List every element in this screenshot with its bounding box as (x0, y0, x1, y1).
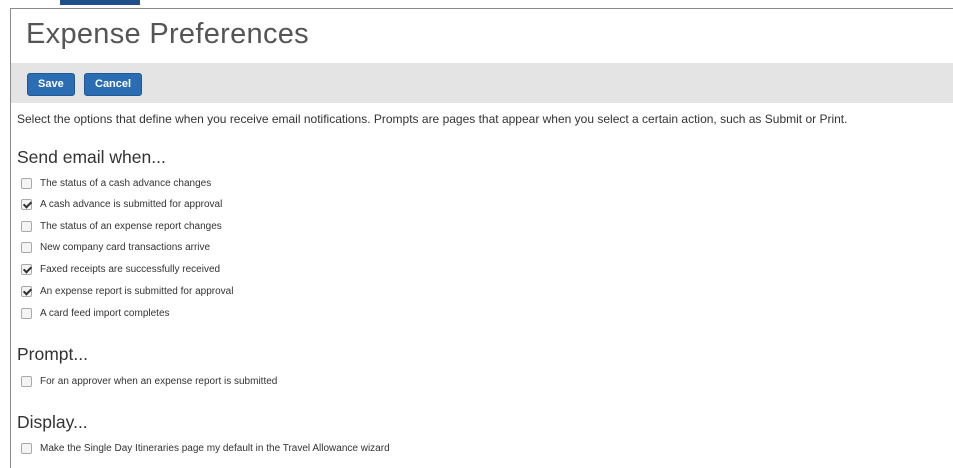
option-label: An expense report is submitted for appro… (40, 285, 234, 297)
option-cash-advance-status-changes[interactable]: The status of a cash advance changes (21, 176, 211, 190)
option-label: New company card transactions arrive (40, 241, 211, 253)
checkbox[interactable] (21, 442, 32, 454)
cancel-button[interactable]: Cancel (84, 73, 143, 96)
checkbox[interactable] (21, 220, 32, 232)
option-label: A cash advance is submitted for approval (40, 198, 223, 210)
option-label: The status of a cash advance changes (40, 177, 212, 189)
option-expense-report-status-changes[interactable]: The status of an expense report changes (21, 219, 222, 233)
toolbar: Save Cancel (11, 63, 953, 103)
checkbox[interactable] (21, 198, 32, 210)
checkbox[interactable] (21, 241, 32, 253)
intro-text: Select the options that define when you … (17, 112, 848, 126)
checkbox[interactable] (21, 177, 32, 189)
option-label: For an approver when an expense report i… (40, 375, 278, 387)
header-accent-bar (60, 0, 140, 5)
checkbox[interactable] (21, 307, 32, 319)
checkbox[interactable] (21, 263, 32, 275)
section-heading-send-email: Send email when... (17, 147, 166, 167)
save-button[interactable]: Save (27, 73, 75, 96)
checkbox[interactable] (21, 375, 32, 387)
option-label: A card feed import completes (40, 307, 170, 319)
option-card-feed-import-completes[interactable]: A card feed import completes (21, 306, 170, 320)
section-heading-display: Display... (17, 412, 88, 432)
option-card-transactions-arrive[interactable]: New company card transactions arrive (21, 240, 210, 254)
option-cash-advance-submitted[interactable]: A cash advance is submitted for approval (21, 197, 222, 211)
section-heading-prompt: Prompt... (17, 344, 88, 364)
option-expense-report-submitted[interactable]: An expense report is submitted for appro… (21, 284, 233, 298)
option-label: The status of an expense report changes (40, 220, 222, 232)
option-faxed-receipts-received[interactable]: Faxed receipts are successfully received (21, 262, 220, 276)
checkbox[interactable] (21, 285, 32, 297)
option-label: Faxed receipts are successfully received (40, 263, 221, 275)
option-single-day-itineraries-default[interactable]: Make the Single Day Itineraries page my … (21, 441, 390, 455)
option-prompt-approver[interactable]: For an approver when an expense report i… (21, 374, 277, 388)
page-title: Expense Preferences (26, 18, 309, 50)
option-label: Make the Single Day Itineraries page my … (40, 442, 390, 454)
